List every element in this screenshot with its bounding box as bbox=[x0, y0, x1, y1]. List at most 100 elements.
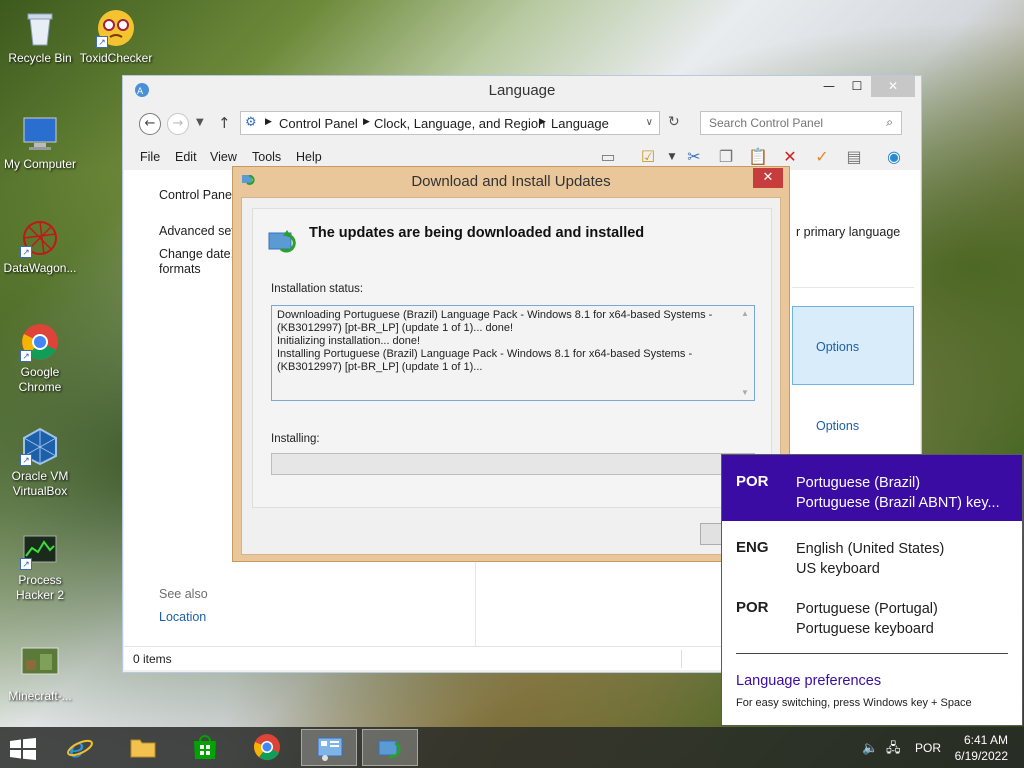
shortcut-arrow-icon: ↗ bbox=[20, 350, 32, 362]
installation-status-label: Installation status: bbox=[271, 283, 364, 295]
status-divider bbox=[681, 650, 682, 668]
close-button[interactable]: ✕ bbox=[871, 76, 915, 97]
scroll-down-icon[interactable]: ▼ bbox=[741, 386, 749, 399]
menu-help[interactable]: Help bbox=[296, 150, 322, 164]
maximize-button[interactable]: ☐ bbox=[843, 76, 871, 97]
taskbar-chrome[interactable] bbox=[239, 729, 295, 766]
change-date-link-line2[interactable]: formats bbox=[159, 262, 201, 276]
breadcrumb-separator-icon: ▶ bbox=[265, 117, 272, 127]
refresh-icon[interactable]: ↻ bbox=[668, 114, 680, 130]
network-icon[interactable]: 🖧 bbox=[886, 739, 901, 761]
change-date-link[interactable]: Change date, bbox=[159, 247, 234, 261]
cut-icon[interactable]: ✂ bbox=[683, 146, 705, 168]
shortcut-arrow-icon: ↗ bbox=[20, 454, 32, 466]
recent-pages-chevron-icon[interactable]: ▼ bbox=[196, 117, 204, 128]
desktop-icon-label: Google Chrome bbox=[18, 365, 62, 394]
taskbar-store[interactable] bbox=[177, 729, 233, 766]
breadcrumb-clock-language-region[interactable]: Clock, Language, and Region bbox=[374, 116, 545, 131]
location-link[interactable]: Location bbox=[159, 610, 206, 624]
desktop-icon-label: Recycle Bin bbox=[8, 51, 72, 65]
desktop-icon-minecraft[interactable]: Minecraft-... bbox=[0, 646, 80, 704]
status-line: (KB3012997) [pt-BR_LP] (update 1 of 1)..… bbox=[277, 361, 483, 373]
language-option-por-portugal[interactable]: POR Portuguese (Portugal) Portuguese key… bbox=[722, 581, 1022, 641]
volume-muted-icon[interactable]: 🔈 bbox=[862, 740, 878, 756]
copy-icon[interactable]: ❐ bbox=[715, 146, 737, 168]
dialog-close-button[interactable]: ✕ bbox=[753, 168, 783, 188]
back-arrow-icon[interactable]: ← bbox=[139, 113, 161, 135]
desktop-icon-my-computer[interactable]: My Computer bbox=[0, 114, 80, 172]
breadcrumb-separator-icon: ▶ bbox=[363, 117, 370, 127]
taskbar-control-panel[interactable] bbox=[301, 729, 357, 766]
search-box[interactable]: ⌕ bbox=[700, 111, 902, 135]
store-icon bbox=[194, 735, 216, 759]
toxidchecker-icon: ↗ bbox=[96, 8, 136, 48]
paste-icon[interactable]: 📋 bbox=[747, 146, 769, 168]
status-line: Initializing installation... done! bbox=[277, 335, 421, 347]
menu-view[interactable]: View bbox=[210, 150, 237, 164]
installation-status-box[interactable]: Downloading Portuguese (Brazil) Language… bbox=[271, 305, 755, 401]
breadcrumb-language[interactable]: Language bbox=[551, 116, 609, 131]
see-also-heading: See also bbox=[159, 587, 208, 601]
menu-tools[interactable]: Tools bbox=[252, 150, 281, 164]
start-button[interactable] bbox=[0, 729, 48, 766]
status-line: Installing Portuguese (Brazil) Language … bbox=[277, 348, 693, 360]
properties-icon[interactable]: ☑ bbox=[637, 146, 659, 168]
window-title: Language bbox=[488, 82, 556, 99]
options-link-1[interactable]: Options bbox=[816, 340, 859, 354]
input-language-indicator[interactable]: POR bbox=[915, 741, 941, 755]
recycle-bin-icon bbox=[20, 8, 60, 48]
breadcrumb-control-panel[interactable]: Control Panel bbox=[279, 116, 358, 131]
status-scrollbar[interactable]: ▲ ▼ bbox=[739, 307, 753, 399]
options-link-2[interactable]: Options bbox=[816, 419, 859, 433]
clock-date: 6/19/2022 bbox=[954, 749, 1008, 763]
control-panel-home-link[interactable]: Control Panel bbox=[159, 188, 235, 202]
taskbar-internet-explorer[interactable]: e bbox=[52, 729, 108, 766]
taskbar-file-explorer[interactable] bbox=[115, 729, 171, 766]
clock[interactable]: 6:41 AM 6/19/2022 bbox=[955, 732, 1008, 764]
desktop-icon-virtualbox[interactable]: ↗ Oracle VM VirtualBox bbox=[0, 426, 80, 499]
language-option-por-brazil[interactable]: POR Portuguese (Brazil) Portuguese (Braz… bbox=[722, 455, 1022, 521]
advanced-settings-link[interactable]: Advanced sett bbox=[159, 224, 238, 238]
scroll-up-icon[interactable]: ▲ bbox=[741, 307, 749, 320]
address-bar[interactable]: ⚙ ▶ Control Panel ▶ Clock, Language, and… bbox=[240, 111, 660, 135]
up-arrow-icon[interactable]: ↑ bbox=[218, 114, 231, 132]
control-panel-icon bbox=[317, 737, 343, 761]
desktop-icon-label: My Computer bbox=[3, 157, 77, 171]
breadcrumb-separator-icon: ▶ bbox=[539, 117, 546, 127]
desktop-icon-datawagon[interactable]: ↗ DataWagon... bbox=[0, 218, 80, 276]
search-icon[interactable]: ⌕ bbox=[886, 115, 893, 130]
search-input[interactable] bbox=[709, 113, 879, 133]
dialog-title: Download and Install Updates bbox=[411, 173, 611, 190]
desktop-icon-label: Process Hacker 2 bbox=[15, 573, 65, 602]
chrome-icon bbox=[254, 734, 280, 761]
desktop-icon-label: ToxidChecker bbox=[79, 51, 153, 65]
taskbar-windows-update[interactable] bbox=[362, 729, 418, 766]
menu-edit[interactable]: Edit bbox=[175, 150, 197, 164]
forward-arrow-icon[interactable]: → bbox=[167, 113, 189, 135]
install-progress-bar bbox=[271, 453, 755, 475]
folder-icon bbox=[130, 739, 156, 758]
checkmark-icon[interactable]: ✓ bbox=[811, 146, 833, 168]
desktop-icon-recycle-bin[interactable]: Recycle Bin bbox=[0, 8, 80, 66]
desktop-icon-toxidchecker[interactable]: ↗ ToxidChecker bbox=[76, 8, 156, 66]
internet-explorer-icon: e bbox=[67, 734, 93, 761]
language-name: Portuguese (Brazil) Portuguese (Brazil A… bbox=[796, 475, 1000, 511]
language-option-eng-us[interactable]: ENG English (United States) US keyboard bbox=[722, 521, 1022, 581]
desktop-icon-process-hacker[interactable]: ↗ Process Hacker 2 bbox=[0, 530, 80, 603]
delete-icon[interactable]: ✕ bbox=[779, 146, 801, 168]
layout-icon[interactable]: ▭ bbox=[597, 146, 619, 168]
window-titlebar[interactable]: A Language — ☐ ✕ bbox=[123, 76, 921, 104]
desktop-icon-google-chrome[interactable]: ↗ Google Chrome bbox=[0, 322, 80, 395]
address-dropdown-chevron-icon[interactable]: ∨ bbox=[646, 117, 653, 128]
language-preferences-link[interactable]: Language preferences bbox=[736, 673, 881, 689]
globe-icon[interactable]: ◉ bbox=[883, 146, 905, 168]
language-name: Portuguese (Portugal) Portuguese keyboar… bbox=[796, 601, 938, 637]
properties-dropdown-icon[interactable]: ▼ bbox=[661, 146, 683, 168]
minimize-button[interactable]: — bbox=[815, 76, 843, 97]
computer-icon bbox=[20, 114, 60, 154]
rename-icon[interactable]: ▤ bbox=[843, 146, 865, 168]
language-code: POR bbox=[736, 473, 769, 490]
status-items-count: 0 items bbox=[133, 652, 172, 666]
address-row: ← → ▼ ↑ ⚙ ▶ Control Panel ▶ Clock, Langu… bbox=[123, 109, 921, 139]
menu-file[interactable]: File bbox=[140, 150, 160, 164]
